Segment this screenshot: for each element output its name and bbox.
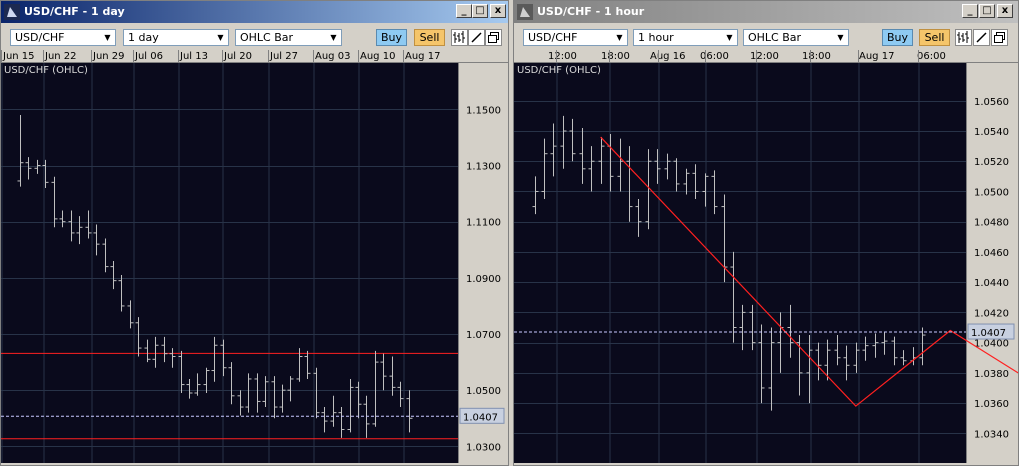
y-tick-label: 1.0460 [974, 248, 1009, 259]
y-tick-label: 1.0700 [466, 330, 501, 341]
symbol-select[interactable]: USD/CHF ▼ [10, 29, 116, 46]
windows-icon [994, 32, 1005, 43]
windows-icon [488, 32, 499, 43]
buy-button[interactable]: Buy [882, 29, 913, 46]
y-tick-label: 1.1300 [466, 162, 501, 173]
chevron-down-icon: ▼ [104, 33, 111, 42]
x-tick-label: Jul 06 [134, 51, 163, 62]
window-title: USD/CHF - 1 day [24, 5, 125, 18]
minimize-button[interactable]: _ [962, 4, 978, 18]
y-tick-label: 1.0440 [974, 278, 1009, 289]
price-axis-panel [458, 63, 508, 463]
chevron-down-icon: ▼ [837, 33, 844, 42]
interval-value: 1 hour [638, 31, 674, 44]
x-tick-label: Aug 17 [859, 51, 894, 62]
chart-toolbar: USD/CHF ▼ 1 day ▼ OHLC Bar ▼ Buy Sell [1, 24, 508, 49]
x-tick-label: 18:00 [601, 51, 630, 62]
symbol-value: USD/CHF [528, 31, 578, 44]
title-bar[interactable]: USD/CHF - 1 hour _ □ x [514, 1, 1018, 23]
draw-line-tool[interactable] [468, 29, 485, 46]
y-tick-label: 1.0420 [974, 308, 1009, 319]
x-tick-label: 12:00 [750, 51, 779, 62]
x-tick-label: Aug 17 [405, 51, 440, 62]
plot-area [1, 63, 458, 463]
x-tick-label: 12:00 [548, 51, 577, 62]
x-tick-label: Jun 15 [2, 51, 35, 62]
bar-style-tool[interactable] [955, 29, 972, 46]
window-title: USD/CHF - 1 hour [537, 5, 645, 18]
y-tick-label: 1.0340 [974, 429, 1009, 440]
chevron-down-icon: ▼ [616, 33, 623, 42]
y-tick-label: 1.0540 [974, 127, 1009, 138]
x-tick-label: Jul 27 [269, 51, 298, 62]
x-tick-label: Aug 03 [315, 51, 350, 62]
y-tick-label: 1.0560 [974, 97, 1009, 108]
detach-window-tool[interactable] [991, 29, 1008, 46]
y-tick-label: 1.0360 [974, 399, 1009, 410]
chart-type-value: OHLC Bar [240, 31, 294, 44]
x-tick-label: Jul 13 [179, 51, 208, 62]
ohlc-bars-icon [957, 31, 969, 43]
chevron-down-icon: ▼ [330, 33, 337, 42]
x-tick-label: Aug 16 [650, 51, 685, 62]
y-tick-label: 1.1100 [466, 218, 501, 229]
x-tick-label: Jun 22 [44, 51, 77, 62]
chart-type-select[interactable]: OHLC Bar ▼ [743, 29, 849, 46]
y-tick-label: 1.1500 [466, 105, 501, 116]
pencil-icon [976, 32, 987, 43]
bar-style-tool[interactable] [451, 29, 468, 46]
chart-legend: USD/CHF (OHLC) [517, 65, 601, 76]
y-tick-label: 1.0900 [466, 274, 501, 285]
current-price-label: 1.0407 [463, 412, 498, 423]
detach-window-tool[interactable] [485, 29, 502, 46]
y-tick-label: 1.0380 [974, 369, 1009, 380]
app-logo-icon [4, 4, 20, 20]
hourly-chart-window: USD/CHF - 1 hour _ □ x USD/CHF ▼ 1 hour ▼ … [513, 0, 1019, 466]
x-tick-label: Jul 20 [223, 51, 252, 62]
x-tick-label: Aug 10 [360, 51, 395, 62]
chart-type-select[interactable]: OHLC Bar ▼ [235, 29, 342, 46]
title-bar[interactable]: USD/CHF - 1 day _ □ x [1, 1, 508, 23]
interval-select[interactable]: 1 hour ▼ [633, 29, 738, 46]
daily-ohlc-chart[interactable]: Jun 15 Jun 22 Jun 29 Jul 06 Jul 13 Jul 20 Jul … [1, 49, 508, 463]
x-tick-label: 18:00 [802, 51, 831, 62]
x-tick-label: 06:00 [917, 51, 946, 62]
app-logo-icon [517, 4, 533, 20]
draw-line-tool[interactable] [973, 29, 990, 46]
symbol-value: USD/CHF [15, 31, 65, 44]
y-tick-label: 1.0480 [974, 218, 1009, 229]
pencil-icon [471, 32, 482, 43]
y-tick-label: 1.0520 [974, 157, 1009, 168]
x-tick-label: 06:00 [700, 51, 729, 62]
chart-legend: USD/CHF (OHLC) [4, 65, 88, 76]
current-price-label: 1.0407 [971, 328, 1006, 339]
symbol-select[interactable]: USD/CHF ▼ [523, 29, 628, 46]
chart-type-value: OHLC Bar [748, 31, 802, 44]
x-tick-label: Jun 29 [92, 51, 125, 62]
y-tick-label: 1.0500 [466, 386, 501, 397]
hourly-ohlc-chart[interactable]: 12:00 18:00 Aug 16 06:00 12:00 18:00 Aug 17 06:… [514, 49, 1018, 463]
interval-value: 1 day [128, 31, 159, 44]
chart-toolbar: USD/CHF ▼ 1 hour ▼ OHLC Bar ▼ Buy Sell [514, 24, 1018, 49]
buy-button[interactable]: Buy [376, 29, 407, 46]
interval-select[interactable]: 1 day ▼ [123, 29, 229, 46]
minimize-button[interactable]: _ [456, 4, 472, 18]
sell-button[interactable]: Sell [414, 29, 445, 46]
close-button[interactable]: x [997, 4, 1013, 18]
daily-chart-window: USD/CHF - 1 day _ □ x USD/CHF ▼ 1 day ▼ OH… [0, 0, 509, 466]
y-tick-label: 1.0300 [466, 442, 501, 453]
sell-button[interactable]: Sell [919, 29, 950, 46]
maximize-button[interactable]: □ [979, 4, 995, 18]
chevron-down-icon: ▼ [217, 33, 224, 42]
y-tick-label: 1.0500 [974, 187, 1009, 198]
ohlc-bars-icon [453, 31, 465, 43]
close-button[interactable]: x [490, 4, 506, 18]
chevron-down-icon: ▼ [726, 33, 733, 42]
maximize-button[interactable]: □ [472, 4, 488, 18]
